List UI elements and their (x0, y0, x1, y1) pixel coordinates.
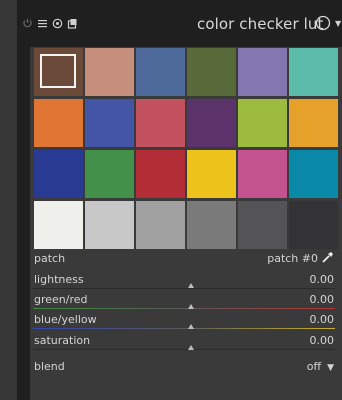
blend-label: blend (34, 360, 65, 373)
color-patch[interactable] (136, 201, 185, 249)
color-patch[interactable] (238, 150, 287, 198)
color-patch[interactable] (34, 99, 83, 147)
color-patch[interactable] (238, 99, 287, 147)
color-patch[interactable] (187, 150, 236, 198)
power-icon[interactable] (22, 18, 33, 29)
blend-value: off (306, 360, 322, 373)
saturation-slider[interactable]: saturation 0.00 (30, 334, 342, 354)
header-icons (22, 18, 78, 29)
color-picker-icon[interactable] (322, 251, 334, 263)
saturation-marker[interactable] (188, 345, 194, 350)
lightness-label: lightness (34, 273, 84, 286)
green-red-marker[interactable] (188, 304, 194, 309)
module-header[interactable]: color checker lut ▼ (17, 0, 342, 47)
blend-row[interactable]: blend off ▼ (30, 360, 342, 380)
module-body: patch patch #0 lightness 0.00 green/red … (30, 47, 342, 400)
color-patch[interactable] (289, 150, 338, 198)
patch-label: patch (34, 252, 66, 265)
color-patch[interactable] (34, 201, 83, 249)
color-patch[interactable] (289, 201, 338, 249)
color-patch[interactable] (289, 48, 338, 96)
color-patch[interactable] (289, 99, 338, 147)
green-red-label: green/red (34, 293, 88, 306)
patch-value[interactable]: patch #0 (267, 252, 318, 265)
color-checker-grid[interactable] (30, 47, 338, 251)
blue-yellow-slider[interactable]: blue/yellow 0.00 (30, 313, 342, 333)
chevron-down-icon[interactable]: ▼ (335, 19, 341, 28)
color-patch[interactable] (187, 99, 236, 147)
color-patch[interactable] (187, 201, 236, 249)
instance-icon[interactable] (52, 18, 63, 29)
blue-yellow-label: blue/yellow (34, 313, 97, 326)
module-title: color checker lut (197, 15, 324, 33)
patch-row[interactable]: patch patch #0 (30, 252, 342, 272)
blue-yellow-value: 0.00 (309, 313, 335, 326)
reset-icon[interactable] (67, 18, 78, 29)
color-patch[interactable] (85, 150, 134, 198)
presets-icon[interactable] (37, 18, 48, 29)
color-patch[interactable] (85, 201, 134, 249)
color-patch[interactable] (238, 48, 287, 96)
module-expand-circle-icon[interactable] (315, 15, 331, 31)
color-patch[interactable] (34, 48, 83, 96)
saturation-value: 0.00 (309, 334, 335, 347)
saturation-label: saturation (34, 334, 91, 347)
blue-yellow-track[interactable] (33, 328, 335, 329)
lightness-slider[interactable]: lightness 0.00 (30, 273, 342, 293)
color-patch[interactable] (136, 150, 185, 198)
color-patch[interactable] (238, 201, 287, 249)
dropdown-arrow-icon: ▼ (327, 363, 334, 373)
color-patch[interactable] (85, 48, 134, 96)
saturation-track[interactable] (33, 349, 335, 350)
color-patch[interactable] (187, 48, 236, 96)
color-patch[interactable] (136, 48, 185, 96)
lightness-marker[interactable] (188, 283, 194, 288)
color-patch[interactable] (34, 150, 83, 198)
color-checker-lut-module: color checker lut ▼ patch patch #0 light… (17, 0, 342, 400)
lightness-track[interactable] (33, 288, 335, 289)
green-red-value: 0.00 (309, 293, 335, 306)
blend-dropdown[interactable]: off ▼ (307, 360, 334, 373)
green-red-slider[interactable]: green/red 0.00 (30, 293, 342, 313)
blue-yellow-marker[interactable] (188, 324, 194, 329)
color-patch[interactable] (85, 99, 134, 147)
green-red-track[interactable] (33, 308, 335, 309)
color-patch[interactable] (136, 99, 185, 147)
lightness-value: 0.00 (309, 273, 335, 286)
